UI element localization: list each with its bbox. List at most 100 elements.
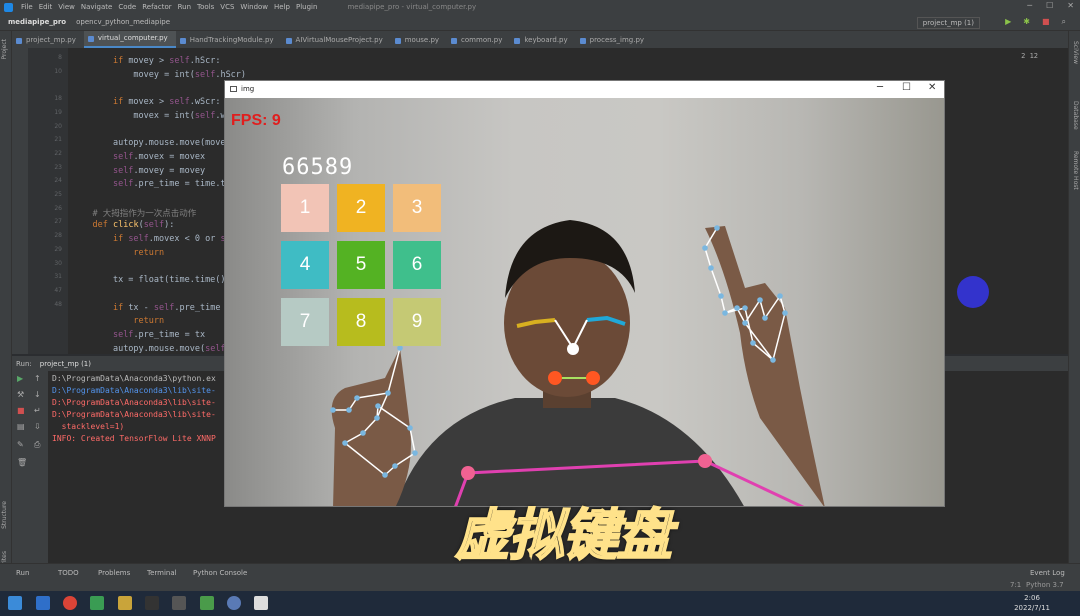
- interpreter-status[interactable]: Python 3.7: [1026, 581, 1064, 589]
- code-line[interactable]: autopy.mouse.move(self.: [72, 344, 231, 354]
- code-line[interactable]: self.movex = movex: [72, 152, 205, 162]
- opencv-image-window[interactable]: img ─ ☐ ✕ FPS: 9 66589 123 456 789: [224, 80, 945, 507]
- trash-icon[interactable]: 🗑: [17, 459, 27, 467]
- menu-item[interactable]: Plugin: [296, 3, 317, 11]
- minimize-icon[interactable]: ─: [877, 82, 883, 93]
- code-line[interactable]: if tx - self.pre_time <: [72, 303, 231, 313]
- virtual-key-1[interactable]: 1: [281, 184, 329, 232]
- run-tool-tab[interactable]: Run: [16, 569, 29, 577]
- virtual-key-4[interactable]: 4: [281, 241, 329, 289]
- code-line[interactable]: if movey > self.hScr:: [72, 56, 221, 66]
- up-arrow-icon[interactable]: ↑: [34, 375, 42, 383]
- code-line[interactable]: return: [72, 316, 164, 326]
- code-line[interactable]: movey = int(self.hScr): [72, 70, 246, 80]
- code-line[interactable]: return: [72, 248, 164, 258]
- editor-tab-active[interactable]: virtual_computer.py: [83, 31, 176, 48]
- pycharm-icon[interactable]: [90, 596, 104, 610]
- run-label: Run:: [16, 359, 32, 368]
- code-line[interactable]: if movex > self.wScr:: [72, 97, 221, 107]
- app-icon[interactable]: [200, 596, 214, 610]
- code-line[interactable]: self.pre_time = time.ti: [72, 179, 231, 189]
- database-tool-tab[interactable]: Database: [1072, 101, 1079, 130]
- problems-tool-tab[interactable]: Problems: [98, 569, 130, 577]
- virtual-key-6[interactable]: 6: [393, 241, 441, 289]
- structure-tool-tab[interactable]: Structure: [1, 501, 8, 529]
- breadcrumb-project[interactable]: mediapipe_pro: [8, 18, 66, 26]
- menu-item[interactable]: Help: [274, 3, 290, 11]
- opencv-window-icon[interactable]: [254, 596, 268, 610]
- image-window-titlebar[interactable]: img ─ ☐ ✕: [225, 81, 944, 98]
- editor-tab[interactable]: keyboard.py: [510, 33, 575, 48]
- code-line[interactable]: tx = float(time.time()): [72, 275, 231, 285]
- code-line[interactable]: if self.movex < 0 or se: [72, 234, 231, 244]
- breadcrumb-folder[interactable]: opencv_python_mediapipe: [76, 18, 170, 26]
- event-log-tab[interactable]: Event Log: [1030, 569, 1065, 577]
- menu-item[interactable]: Edit: [39, 3, 53, 11]
- menu-item[interactable]: Window: [240, 3, 268, 11]
- editor-tab[interactable]: project_mp.py: [12, 33, 84, 48]
- layout-icon[interactable]: ▤: [17, 423, 25, 431]
- caret-position[interactable]: 7:1: [1010, 581, 1021, 589]
- scview-tool-tab[interactable]: SciView: [1072, 41, 1079, 64]
- virtual-key-5[interactable]: 5: [337, 241, 385, 289]
- editor-tab[interactable]: common.py: [447, 33, 510, 48]
- screen: File Edit View Navigate Code Refactor Ru…: [0, 0, 1080, 616]
- virtual-key-8[interactable]: 8: [337, 298, 385, 346]
- menu-item[interactable]: File: [21, 3, 33, 11]
- remote-tool-tab[interactable]: Remote Host: [1072, 151, 1079, 190]
- virtual-key-2[interactable]: 2: [337, 184, 385, 232]
- code-line[interactable]: def click(self):: [72, 220, 174, 230]
- menu-item[interactable]: Run: [178, 3, 191, 11]
- menu-item[interactable]: View: [58, 3, 75, 11]
- rerun-icon[interactable]: ▶: [17, 375, 25, 383]
- chrome-icon[interactable]: [63, 596, 77, 610]
- maximize-icon[interactable]: ☐: [902, 82, 911, 93]
- maximize-icon[interactable]: ☐: [1046, 1, 1053, 10]
- scroll-end-icon[interactable]: ⇩: [34, 423, 42, 431]
- close-icon[interactable]: ✕: [1067, 1, 1074, 10]
- virtual-key-7[interactable]: 7: [281, 298, 329, 346]
- search-icon[interactable]: ⌕: [1062, 17, 1066, 27]
- code-line[interactable]: autopy.mouse.move(movex: [72, 138, 231, 148]
- run-tab[interactable]: project_mp (1): [40, 360, 91, 368]
- soft-wrap-icon[interactable]: ↵: [34, 407, 42, 415]
- app-icon[interactable]: [172, 596, 186, 610]
- folder-icon[interactable]: [118, 596, 132, 610]
- code-line[interactable]: # 大拇指作为一次点击动作: [72, 207, 196, 219]
- pin-icon[interactable]: ✎: [17, 441, 25, 449]
- editor-tab[interactable]: AIVirtualMouseProject.py: [282, 33, 391, 48]
- stop-icon[interactable]: ■: [1042, 17, 1050, 27]
- editor-tab[interactable]: mouse.py: [391, 33, 447, 48]
- editor-tab[interactable]: process_img.py: [576, 33, 652, 48]
- inspection-widget[interactable]: 2 12: [1021, 52, 1038, 60]
- print-icon[interactable]: ⎙: [34, 441, 42, 449]
- wrench-icon[interactable]: ⚒: [17, 391, 25, 399]
- code-line[interactable]: movex = int(self.wS: [72, 111, 230, 121]
- code-line[interactable]: self.pre_time = tx: [72, 330, 205, 340]
- run-icon[interactable]: ▶: [1005, 17, 1011, 27]
- minimize-icon[interactable]: ─: [1027, 1, 1032, 10]
- virtual-key-3[interactable]: 3: [393, 184, 441, 232]
- project-tool-tab[interactable]: Project: [1, 39, 8, 60]
- stop-icon[interactable]: ■: [17, 407, 25, 415]
- start-icon[interactable]: [8, 596, 22, 610]
- editor-tab[interactable]: HandTrackingModule.py: [176, 33, 282, 48]
- close-icon[interactable]: ✕: [928, 82, 936, 93]
- menu-item[interactable]: VCS: [220, 3, 234, 11]
- virtual-key-9[interactable]: 9: [393, 298, 441, 346]
- terminal-tool-tab[interactable]: Terminal: [147, 569, 177, 577]
- system-clock[interactable]: 2:06 2022/7/11: [1014, 593, 1050, 613]
- menu-item[interactable]: Code: [118, 3, 136, 11]
- down-arrow-icon[interactable]: ↓: [34, 391, 42, 399]
- explorer-icon[interactable]: [36, 596, 50, 610]
- debug-icon[interactable]: ✱: [1023, 17, 1030, 27]
- run-config-select[interactable]: project_mp (1): [916, 17, 980, 29]
- menu-item[interactable]: Tools: [197, 3, 214, 11]
- todo-tool-tab[interactable]: TODO: [58, 569, 79, 577]
- app-icon[interactable]: [227, 596, 241, 610]
- code-line[interactable]: self.movey = movey: [72, 166, 205, 176]
- terminal-icon[interactable]: [145, 596, 159, 610]
- menu-item[interactable]: Refactor: [142, 3, 171, 11]
- menu-item[interactable]: Navigate: [81, 3, 112, 11]
- python-console-tool-tab[interactable]: Python Console: [193, 569, 247, 577]
